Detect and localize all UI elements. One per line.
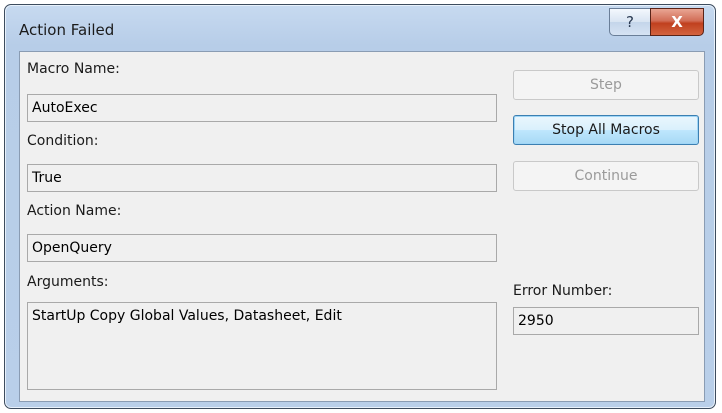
help-icon: ? [626,13,634,31]
close-button[interactable]: X [650,8,704,36]
step-button[interactable]: Step [513,70,699,100]
continue-button[interactable]: Continue [513,161,699,191]
close-icon: X [671,13,683,31]
error-number-label: Error Number: [513,283,613,299]
dialog-body: Macro Name: AutoExec Condition: True Act… [19,51,705,402]
arguments-label: Arguments: [27,274,109,290]
condition-label: Condition: [27,133,99,149]
action-name-label: Action Name: [27,203,122,219]
help-button[interactable]: ? [609,8,651,36]
macro-name-field[interactable]: AutoExec [27,94,497,122]
condition-field[interactable]: True [27,164,497,192]
dialog-title: Action Failed [19,21,115,39]
error-number-field[interactable]: 2950 [513,307,699,335]
action-name-field[interactable]: OpenQuery [27,234,497,262]
arguments-field[interactable]: StartUp Copy Global Values, Datasheet, E… [27,302,497,390]
macro-name-label: Macro Name: [27,61,120,77]
stop-all-macros-button[interactable]: Stop All Macros [513,115,699,145]
dialog-window: Action Failed ? X Macro Name: AutoExec C… [4,4,716,409]
